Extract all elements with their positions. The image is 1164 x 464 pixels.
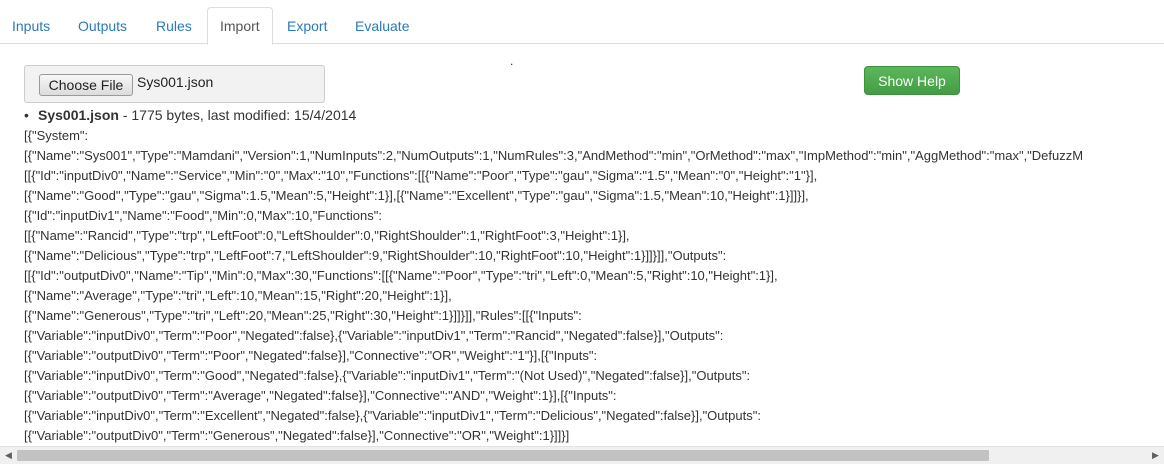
json-line: [{"System": xyxy=(24,128,89,143)
json-line: [{"Name":"Delicious","Type":"trp","LeftF… xyxy=(24,248,727,263)
json-line: [{"Variable":"outputDiv0","Term":"Averag… xyxy=(24,388,617,403)
json-line: [{"Name":"Good","Type":"gau","Sigma":1.5… xyxy=(24,188,809,203)
show-help-button[interactable]: Show Help xyxy=(864,66,960,95)
file-input-container: Choose File Sys001.json xyxy=(24,65,325,103)
horizontal-scrollbar[interactable]: ◀ ▶ xyxy=(0,446,1164,464)
bullet-icon: • xyxy=(24,107,29,123)
scrollbar-thumb[interactable] xyxy=(17,450,989,461)
scroll-left-icon[interactable]: ◀ xyxy=(0,447,17,464)
stray-dot: . xyxy=(510,54,514,68)
json-line: [{"Id":"inputDiv1","Name":"Food","Min":0… xyxy=(24,208,382,223)
tab-inputs[interactable]: Inputs xyxy=(0,7,62,45)
choose-file-button[interactable]: Choose File xyxy=(39,74,133,96)
json-line: [{"Variable":"inputDiv0","Term":"Good","… xyxy=(24,368,751,383)
selected-file-name: Sys001.json xyxy=(137,74,214,90)
tab-export[interactable]: Export xyxy=(275,7,339,45)
json-line: [{"Variable":"inputDiv0","Term":"Excelle… xyxy=(24,408,761,423)
tab-outputs[interactable]: Outputs xyxy=(66,7,139,45)
file-info-name: Sys001.json xyxy=(38,107,119,123)
json-line: [[{"Id":"outputDiv0","Name":"Tip","Min":… xyxy=(24,268,778,283)
scroll-right-icon[interactable]: ▶ xyxy=(1147,447,1164,464)
json-line: [{"Variable":"outputDiv0","Term":"Poor",… xyxy=(24,348,598,363)
file-info-item: • Sys001.json - 1775 bytes, last modified… xyxy=(24,106,356,124)
tab-import[interactable]: Import xyxy=(207,7,273,45)
json-line: [{"Variable":"outputDiv0","Term":"Genero… xyxy=(24,428,570,443)
json-line: [{"Name":"Sys001","Type":"Mamdani","Vers… xyxy=(24,148,1084,163)
tab-bar: Inputs Outputs Rules Import Export Evalu… xyxy=(0,0,1164,45)
tab-evaluate[interactable]: Evaluate xyxy=(343,7,421,45)
tab-rules[interactable]: Rules xyxy=(144,7,204,45)
json-line: [[{"Name":"Rancid","Type":"trp","LeftFoo… xyxy=(24,228,630,243)
json-content: [{"System": [{"Name":"Sys001","Type":"Ma… xyxy=(24,126,1158,444)
json-line: [{"Name":"Generous","Type":"tri","Left":… xyxy=(24,308,582,323)
json-line: [{"Variable":"inputDiv0","Term":"Poor","… xyxy=(24,328,724,343)
json-line: [{"Name":"Average","Type":"tri","Left":1… xyxy=(24,288,452,303)
file-info-details: - 1775 bytes, last modified: 15/4/2014 xyxy=(118,107,357,123)
json-line: [[{"Id":"inputDiv0","Name":"Service","Mi… xyxy=(24,168,818,183)
